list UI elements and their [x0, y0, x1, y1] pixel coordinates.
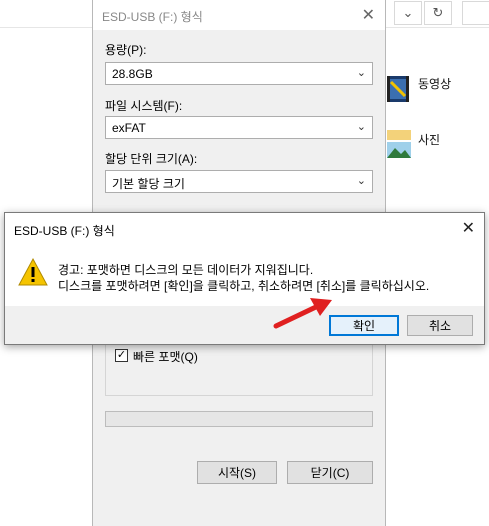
allocation-select[interactable]: 기본 할당 크기 ⌄ [105, 170, 373, 193]
chevron-down-icon: ⌄ [356, 175, 366, 187]
quick-format-checkbox[interactable]: ✓ [115, 349, 128, 362]
format-dialog-title: ESD-USB (F:) 형식 [102, 10, 203, 24]
pictures-folder-icon [387, 130, 411, 158]
warning-message-line1: 경고: 포맷하면 디스크의 모든 데이터가 지워집니다. [58, 263, 314, 277]
capacity-select[interactable]: 28.8GB ⌄ [105, 62, 373, 85]
warning-dialog-titlebar: ESD-USB (F:) 형식 ✕ [5, 213, 484, 243]
warning-icon [18, 257, 48, 286]
allocation-label: 할당 단위 크기(A): [105, 152, 198, 166]
search-box-edge[interactable] [462, 1, 489, 25]
filesystem-value: exFAT [112, 121, 146, 135]
cancel-button[interactable]: 취소 [407, 315, 473, 336]
chevron-down-icon: ⌄ [356, 67, 366, 79]
videos-folder-icon [387, 76, 409, 102]
format-progress-bar [105, 411, 373, 427]
warning-message-line2: 디스크를 포맷하려면 [확인]을 클릭하고, 취소하려면 [취소]를 클릭하십시… [58, 279, 430, 293]
start-button[interactable]: 시작(S) [197, 461, 277, 484]
close-icon[interactable]: ✕ [362, 5, 375, 25]
quick-format-label[interactable]: 빠른 포맷(Q) [133, 348, 198, 365]
folder-label-pictures[interactable]: 사진 [418, 131, 440, 148]
filesystem-select[interactable]: exFAT ⌄ [105, 116, 373, 139]
warning-dialog-body: 경고: 포맷하면 디스크의 모든 데이터가 지워집니다. 디스크를 포맷하려면 … [5, 243, 484, 306]
close-button[interactable]: 닫기(C) [287, 461, 373, 484]
warning-dialog-title: ESD-USB (F:) 형식 [14, 224, 115, 238]
annotation-arrow-icon [273, 298, 332, 329]
close-icon[interactable]: ✕ [462, 218, 475, 238]
filesystem-label: 파일 시스템(F): [105, 99, 183, 113]
capacity-value: 28.8GB [112, 67, 153, 81]
format-dialog-titlebar: ESD-USB (F:) 형식 ✕ [93, 0, 385, 30]
refresh-icon[interactable]: ↻ [424, 1, 452, 25]
chevron-down-icon: ⌄ [356, 121, 366, 133]
folder-label-videos[interactable]: 동영상 [418, 75, 451, 92]
capacity-label: 용량(P): [105, 43, 147, 57]
chevron-down-icon[interactable]: ⌄ [394, 1, 422, 25]
warning-dialog: ESD-USB (F:) 형식 ✕ 경고: 포맷하면 디스크의 모든 데이터가 … [4, 212, 485, 345]
allocation-value: 기본 할당 크기 [112, 177, 185, 191]
